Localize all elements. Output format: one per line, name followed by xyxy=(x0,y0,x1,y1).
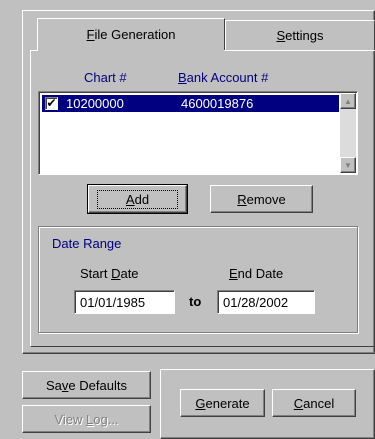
scroll-down-button[interactable]: ▼ xyxy=(340,157,356,173)
view-log-button[interactable]: View Log... xyxy=(22,405,151,433)
list-scrollbar[interactable]: ▲ ▼ xyxy=(340,93,356,173)
end-date-label: End Date xyxy=(229,266,284,281)
end-date-value: 01/28/2002 xyxy=(223,294,289,310)
row-checkbox[interactable]: ✔ xyxy=(45,97,58,110)
view-log-label: View Log... xyxy=(54,411,119,427)
scroll-up-button[interactable]: ▲ xyxy=(340,93,356,109)
cancel-button-label: Cancel xyxy=(293,395,335,411)
cell-chart-number: 10200000 xyxy=(66,96,124,111)
tab-file-generation[interactable]: File Generation xyxy=(37,18,225,50)
remove-button-label: Remove xyxy=(237,191,286,207)
tab-join xyxy=(38,49,224,52)
add-button-label: Add xyxy=(96,189,179,209)
tab-settings[interactable]: Settings xyxy=(225,20,375,50)
tab-settings-label: Settings xyxy=(276,28,324,43)
tab-file-generation-label: File Generation xyxy=(86,27,176,42)
generate-button-label: Generate xyxy=(195,395,250,411)
cell-bank-account: 4600019876 xyxy=(181,96,254,111)
end-date-field[interactable]: 01/28/2002 xyxy=(217,290,315,314)
account-list[interactable]: ✔ 10200000 4600019876 ▲ ▼ xyxy=(38,91,358,175)
date-range-title: Date Range xyxy=(52,236,122,251)
start-date-value: 01/01/1985 xyxy=(80,294,146,310)
to-label: to xyxy=(189,294,202,309)
cancel-button[interactable]: Cancel xyxy=(272,389,356,417)
list-item[interactable]: ✔ 10200000 4600019876 xyxy=(42,95,339,112)
arrow-up-icon: ▲ xyxy=(344,96,352,106)
start-date-label: Start Date xyxy=(80,266,139,281)
column-header-chart: Chart # xyxy=(84,70,127,85)
column-header-bank-account: Bank Account # xyxy=(178,70,269,85)
save-defaults-button[interactable]: Save Defaults xyxy=(22,371,151,399)
start-date-field[interactable]: 01/01/1985 xyxy=(74,290,175,314)
checkmark-icon: ✔ xyxy=(46,96,57,110)
save-defaults-label: Save Defaults xyxy=(46,377,127,393)
remove-button[interactable]: Remove xyxy=(210,185,313,213)
generate-button[interactable]: Generate xyxy=(180,389,265,417)
add-button[interactable]: Add xyxy=(87,184,188,214)
arrow-down-icon: ▼ xyxy=(344,160,352,170)
